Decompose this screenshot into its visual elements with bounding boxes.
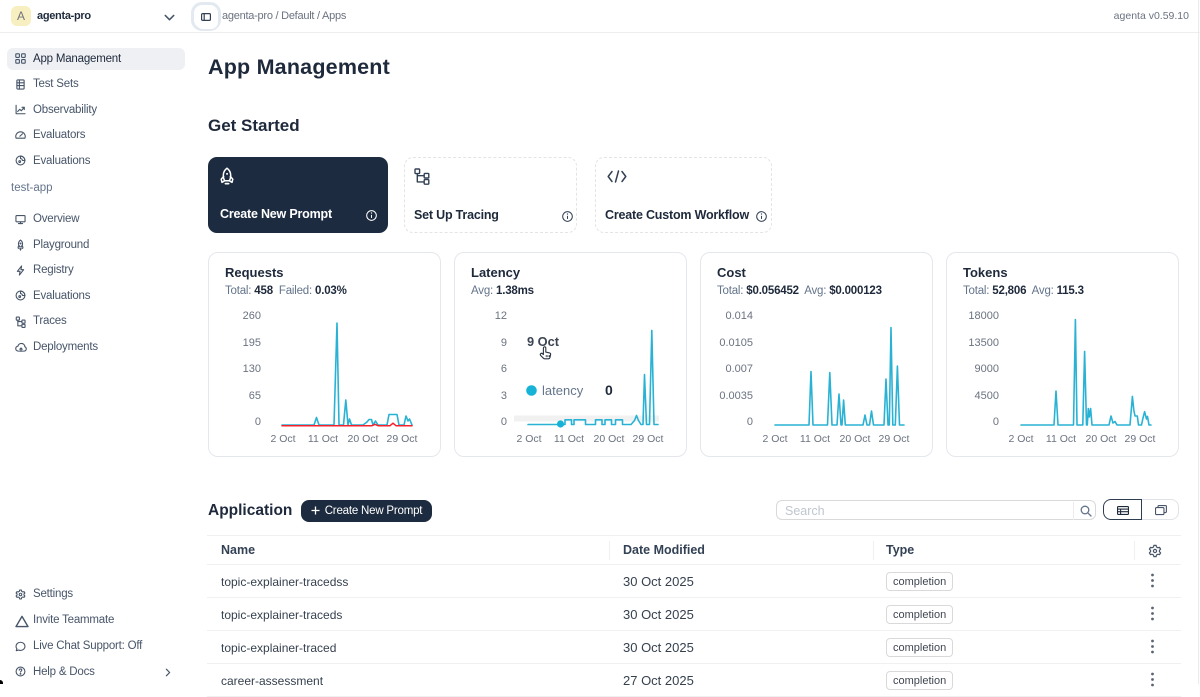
svg-text:0: 0 bbox=[605, 382, 613, 398]
svg-text:9 Oct: 9 Oct bbox=[527, 334, 560, 349]
svg-text:latency: latency bbox=[542, 383, 584, 398]
